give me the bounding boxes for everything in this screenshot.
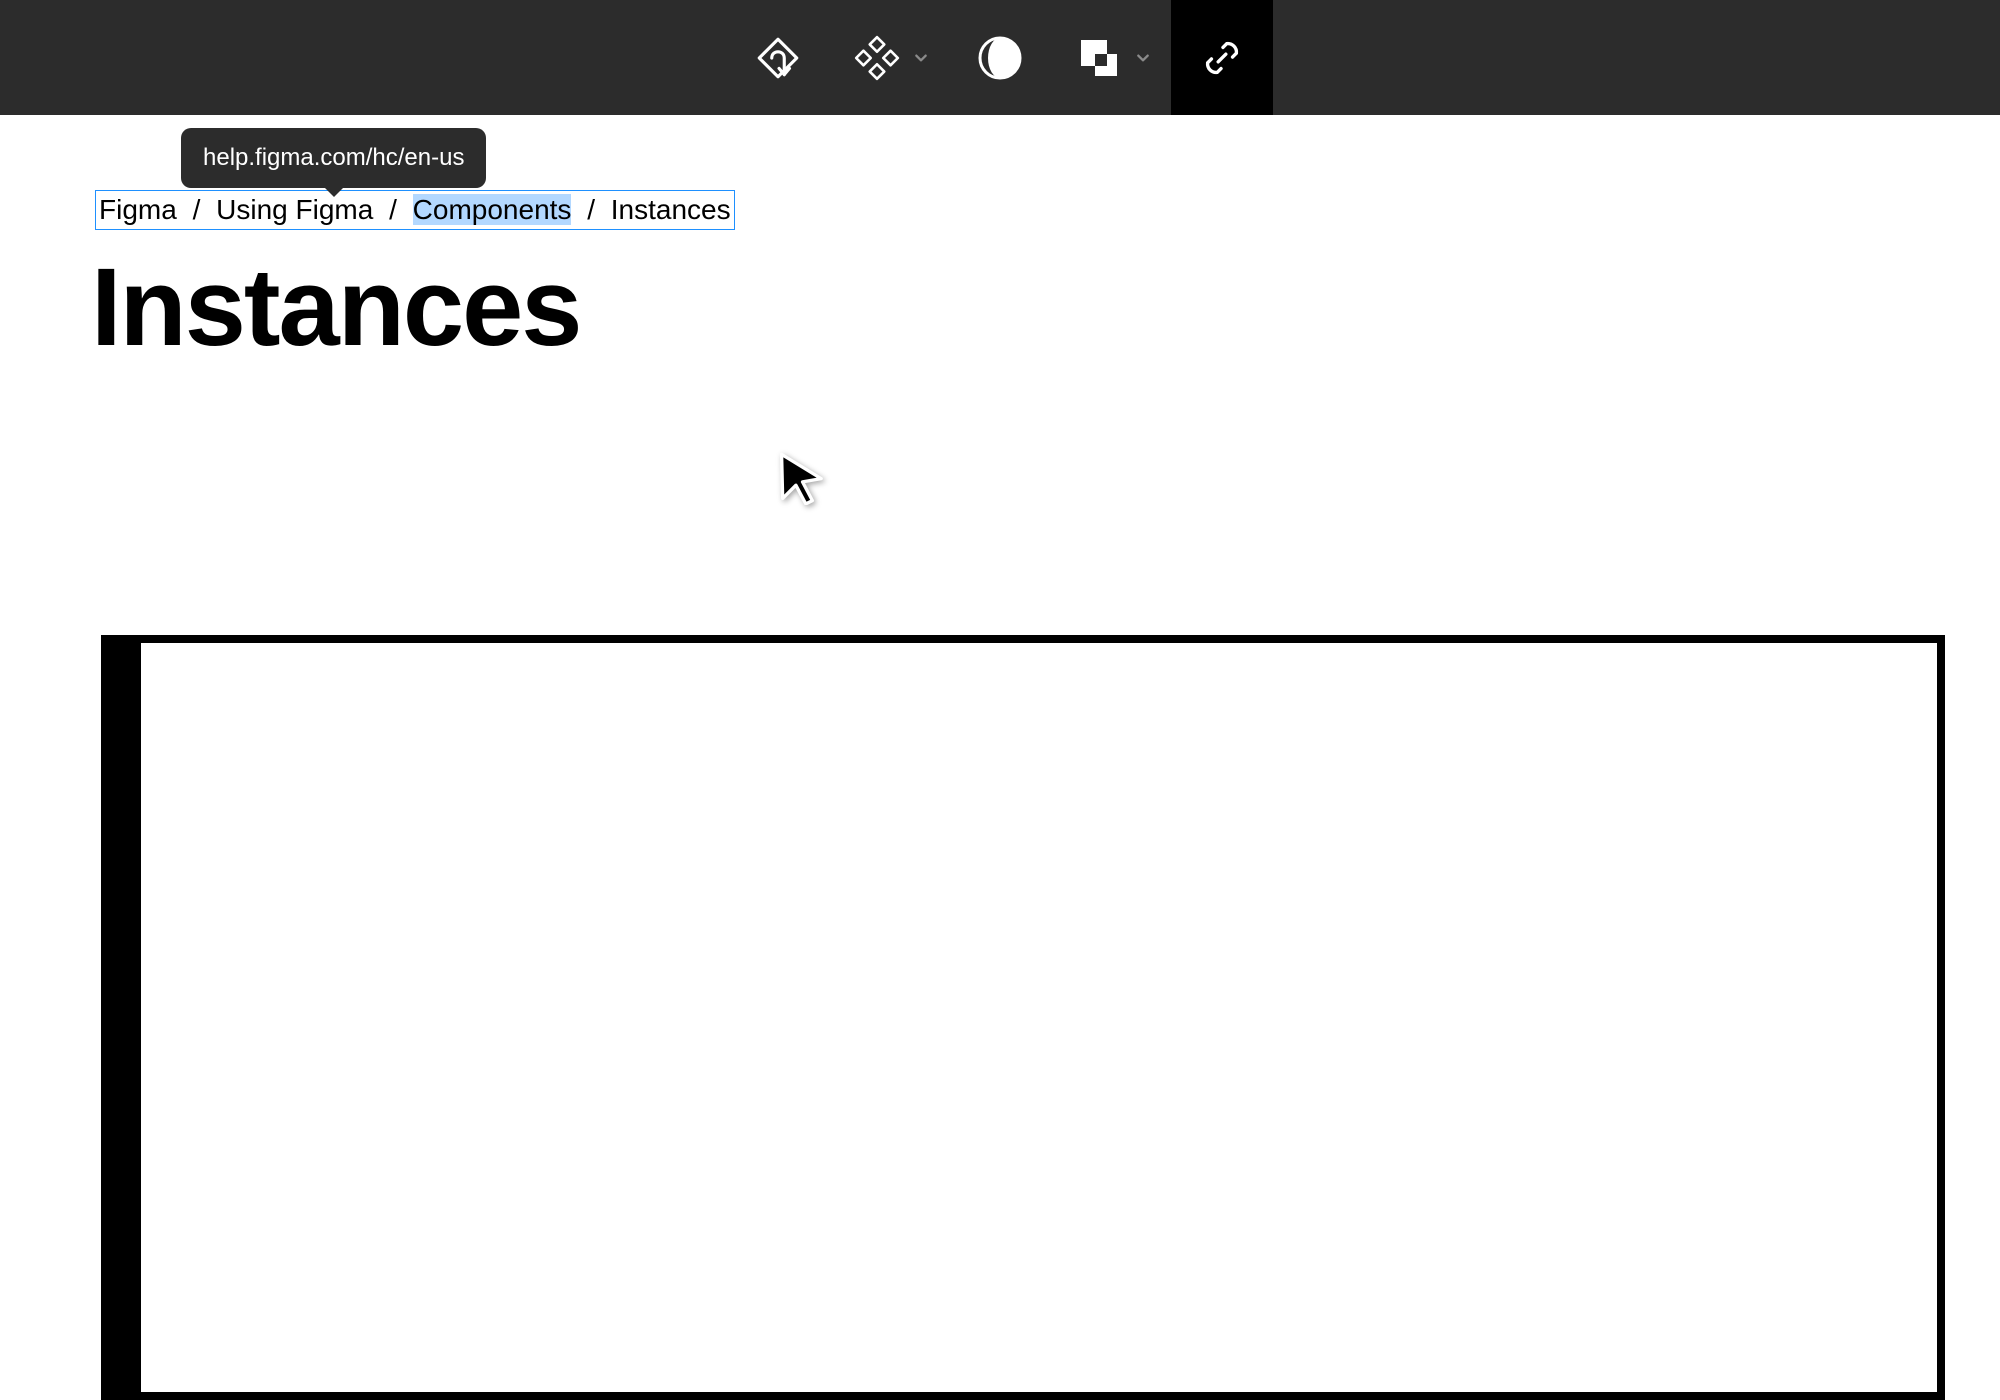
breadcrumb-item-instances[interactable]: Instances (611, 194, 731, 225)
branch-tool[interactable] (727, 0, 829, 115)
boolean-tool[interactable] (1051, 0, 1171, 115)
link-tool[interactable] (1171, 0, 1273, 115)
boolean-icon (1072, 31, 1126, 85)
branch-icon (751, 31, 805, 85)
component-icon (850, 31, 904, 85)
breadcrumb-separator: / (381, 194, 405, 225)
component-tool[interactable] (829, 0, 949, 115)
workspace[interactable]: help.figma.com/hc/en-us Figma / Using Fi… (0, 115, 2000, 1200)
breadcrumb-separator: / (185, 194, 209, 225)
mask-icon (973, 31, 1027, 85)
breadcrumb-separator: / (579, 194, 603, 225)
breadcrumb-item-components[interactable]: Components (413, 194, 572, 225)
chevron-down-icon (914, 51, 928, 65)
chevron-down-icon (1136, 51, 1150, 65)
page-title: Instances (91, 250, 735, 366)
breadcrumb-item-figma[interactable]: Figma (99, 194, 177, 225)
breadcrumb-item-using-figma[interactable]: Using Figma (216, 194, 373, 225)
breadcrumb-wrap: help.figma.com/hc/en-us Figma / Using Fi… (95, 190, 735, 230)
hero-image (133, 635, 1945, 1400)
cursor-pointer-icon (775, 450, 830, 505)
link-tooltip: help.figma.com/hc/en-us (181, 128, 486, 188)
link-tooltip-text: help.figma.com/hc/en-us (203, 144, 464, 171)
page-content: help.figma.com/hc/en-us Figma / Using Fi… (95, 190, 735, 365)
hero-image-frame (101, 635, 1945, 1400)
toolbar-cluster (727, 0, 1273, 115)
toolbar (0, 0, 2000, 115)
link-icon (1195, 31, 1249, 85)
mask-tool[interactable] (949, 0, 1051, 115)
breadcrumb[interactable]: Figma / Using Figma / Components / Insta… (95, 190, 735, 230)
